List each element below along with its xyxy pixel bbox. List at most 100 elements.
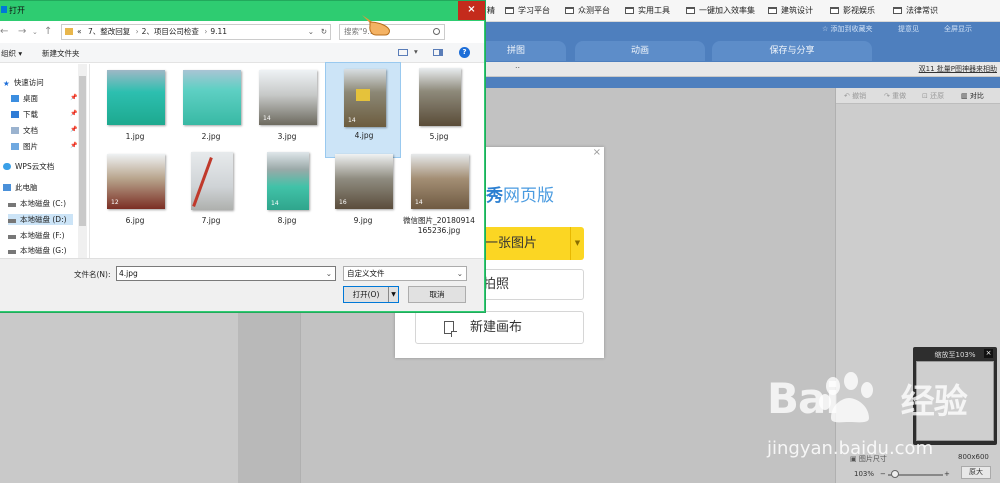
bookmark-law[interactable]: 法律常识 (893, 5, 938, 17)
bookmark-architecture[interactable]: 建筑设计 (768, 5, 813, 17)
preview-pane-icon[interactable] (433, 49, 443, 56)
redo-button[interactable]: ↷ 重做 (884, 91, 906, 101)
nav-desktop[interactable]: 桌面 (11, 93, 38, 104)
chevron-down-icon[interactable]: ⌄ (32, 28, 38, 36)
bookmark-label: 实用工具 (638, 6, 670, 15)
open-file-dialog: 打开 × ← → ⌄ ↑ « 7、整改回复 › 2、项目公司检查 › 9.11 ⌄ … (0, 0, 486, 313)
chevron-down-icon[interactable]: ▼ (388, 287, 398, 302)
refresh-icon[interactable]: ↻ (321, 25, 327, 39)
nav-scrollbar[interactable] (78, 64, 87, 258)
file-tile[interactable]: 14 3.jpg (249, 64, 325, 160)
document-icon (11, 127, 19, 134)
nav-downloads[interactable]: 下载 (11, 109, 38, 120)
nav-drive-g[interactable]: 本地磁盘 (G:) (8, 245, 67, 256)
file-name: 7.jpg (201, 216, 221, 225)
help-icon[interactable]: ? (459, 47, 470, 58)
file-tile[interactable]: 14 8.jpg (249, 148, 325, 244)
file-type-select[interactable]: 自定义文件 ⌄ (343, 266, 467, 281)
nav-label: 快速访问 (13, 78, 44, 87)
breadcrumb-item[interactable]: 7、整改回复 (88, 27, 130, 36)
bookmark-partial[interactable]: 精 (487, 5, 495, 17)
restore-button[interactable]: ⊡ 还原 (922, 91, 944, 101)
undo-label: 撤销 (852, 92, 867, 100)
nav-wps-cloud[interactable]: WPS云文档 (3, 161, 54, 172)
nav-drive-c[interactable]: 本地磁盘 (C:) (8, 198, 66, 209)
new-canvas-button[interactable]: 新建画布 (415, 311, 584, 344)
search-icon (433, 28, 440, 35)
nav-quick-access[interactable]: ★ 快速访问 (3, 77, 44, 88)
new-folder-button[interactable]: 新建文件夹 (42, 48, 80, 59)
bookmark-study[interactable]: 学习平台 (505, 5, 550, 17)
address-row: ← → ⌄ ↑ « 7、整改回复 › 2、项目公司检查 › 9.11 ⌄ ↻ 搜索"… (0, 21, 484, 43)
fullscreen-link[interactable]: 全屏显示 (944, 24, 972, 34)
nav-this-pc[interactable]: 此电脑 (3, 182, 38, 193)
bookmark-test[interactable]: 众测平台 (565, 5, 610, 17)
nav-drive-d[interactable]: 本地磁盘 (D:) (8, 214, 73, 225)
nav-documents[interactable]: 文档 (11, 125, 38, 136)
dialog-footer: 文件名(N): 4.jpg ⌄ 自定义文件 ⌄ 打开(O) ▼ 取消 (0, 258, 484, 311)
breadcrumb-item[interactable]: 2、项目公司检查 (142, 27, 199, 36)
camera-label: 拍照 (483, 277, 510, 292)
open-button[interactable]: 打开(O) ▼ (343, 286, 399, 303)
desktop-icon (11, 95, 19, 102)
contrast-button[interactable]: ▥ 对比 (961, 91, 984, 101)
file-tile[interactable]: 2.jpg (173, 64, 249, 160)
view-options-icon[interactable] (398, 49, 408, 56)
file-tile[interactable]: 12 6.jpg (97, 148, 173, 244)
hand-cursor-icon (362, 15, 390, 36)
tab-save-share[interactable]: 保存与分享 (712, 41, 872, 61)
camera-button[interactable]: 拍照 (483, 269, 584, 300)
nav-drive-f[interactable]: 本地磁盘 (F:) (8, 230, 65, 241)
brand-subtitle: 网页版 (503, 186, 554, 206)
up-arrow-icon[interactable]: ↑ (44, 26, 52, 37)
file-tile-selected[interactable]: 14 4.jpg (325, 62, 401, 158)
nav-pictures[interactable]: 图片 (11, 141, 38, 152)
file-grid: 1.jpg 2.jpg 14 3.jpg 14 4.jpg 5.jpg 12 6… (93, 62, 484, 258)
watermark-url: jingyan.baidu.com (767, 438, 934, 459)
bookmark-entertainment[interactable]: 影视娱乐 (830, 5, 875, 17)
edit-toolbar: ↶ 撤销 ↷ 重做 ⊡ 还原 ▥ 对比 (836, 88, 1000, 104)
close-icon[interactable]: × (458, 1, 485, 20)
breadcrumb-overflow[interactable]: « (77, 27, 82, 36)
file-tile[interactable]: 16 9.jpg (325, 148, 401, 244)
tab-animation[interactable]: 动画 (575, 41, 705, 61)
chevron-down-icon[interactable]: ▼ (570, 227, 584, 260)
nav-label: 本地磁盘 (D:) (20, 215, 67, 224)
bookmark-tools[interactable]: 实用工具 (625, 5, 670, 17)
bookmark-efficiency[interactable]: 一键加入效率集 (686, 5, 755, 17)
undo-button[interactable]: ↶ 撤销 (844, 91, 866, 101)
file-tile[interactable]: 1.jpg (97, 64, 173, 160)
chevron-down-icon[interactable]: ⌄ (457, 267, 463, 280)
close-icon[interactable]: × (984, 349, 993, 358)
file-tile[interactable]: 5.jpg (401, 64, 477, 160)
chevron-down-icon[interactable]: ▾ (414, 47, 418, 56)
bookmark-label: 众测平台 (578, 6, 610, 15)
thumbnail: 16 (335, 154, 393, 209)
feedback-link[interactable]: 提意见 (898, 24, 919, 34)
forward-arrow-icon[interactable]: → (18, 26, 26, 37)
file-tile[interactable]: 14 微信图片_20180914165236.jpg (401, 148, 477, 258)
dialog-titlebar[interactable]: 打开 × (0, 1, 485, 20)
file-name: 8.jpg (277, 216, 297, 225)
picture-icon (11, 143, 19, 150)
scrollbar-thumb[interactable] (79, 76, 86, 226)
file-name-input[interactable]: 4.jpg ⌄ (116, 266, 336, 281)
organize-menu[interactable]: 组织 ▾ (1, 48, 22, 59)
chevron-down-icon[interactable]: ⌄ (308, 25, 314, 39)
file-tile[interactable]: 7.jpg (173, 148, 249, 244)
cancel-button[interactable]: 取消 (408, 286, 466, 303)
chevron-down-icon[interactable]: ⌄ (326, 267, 332, 280)
breadcrumb-item[interactable]: 9.11 (210, 27, 227, 36)
file-name-label: 文件名(N): (74, 270, 111, 279)
promo-link[interactable]: 双11 批量P图神器来相助 (919, 64, 997, 74)
bookmark-label: 建筑设计 (781, 6, 813, 15)
close-icon[interactable]: × (593, 147, 601, 158)
back-arrow-icon[interactable]: ← (0, 26, 8, 37)
add-favorite-link[interactable]: ☆ 添加到收藏夹 (822, 24, 873, 34)
open-image-button[interactable]: 打开一张图片 ▼ (459, 227, 584, 260)
baidu-watermark: Bai 经验 jingyan.baidu.com (735, 372, 1000, 483)
file-name: 1.jpg (125, 132, 145, 141)
open-button-label: 打开(O) (352, 290, 380, 299)
drive-icon (8, 203, 16, 207)
address-bar[interactable]: « 7、整改回复 › 2、项目公司检查 › 9.11 ⌄ ↻ (61, 24, 331, 40)
